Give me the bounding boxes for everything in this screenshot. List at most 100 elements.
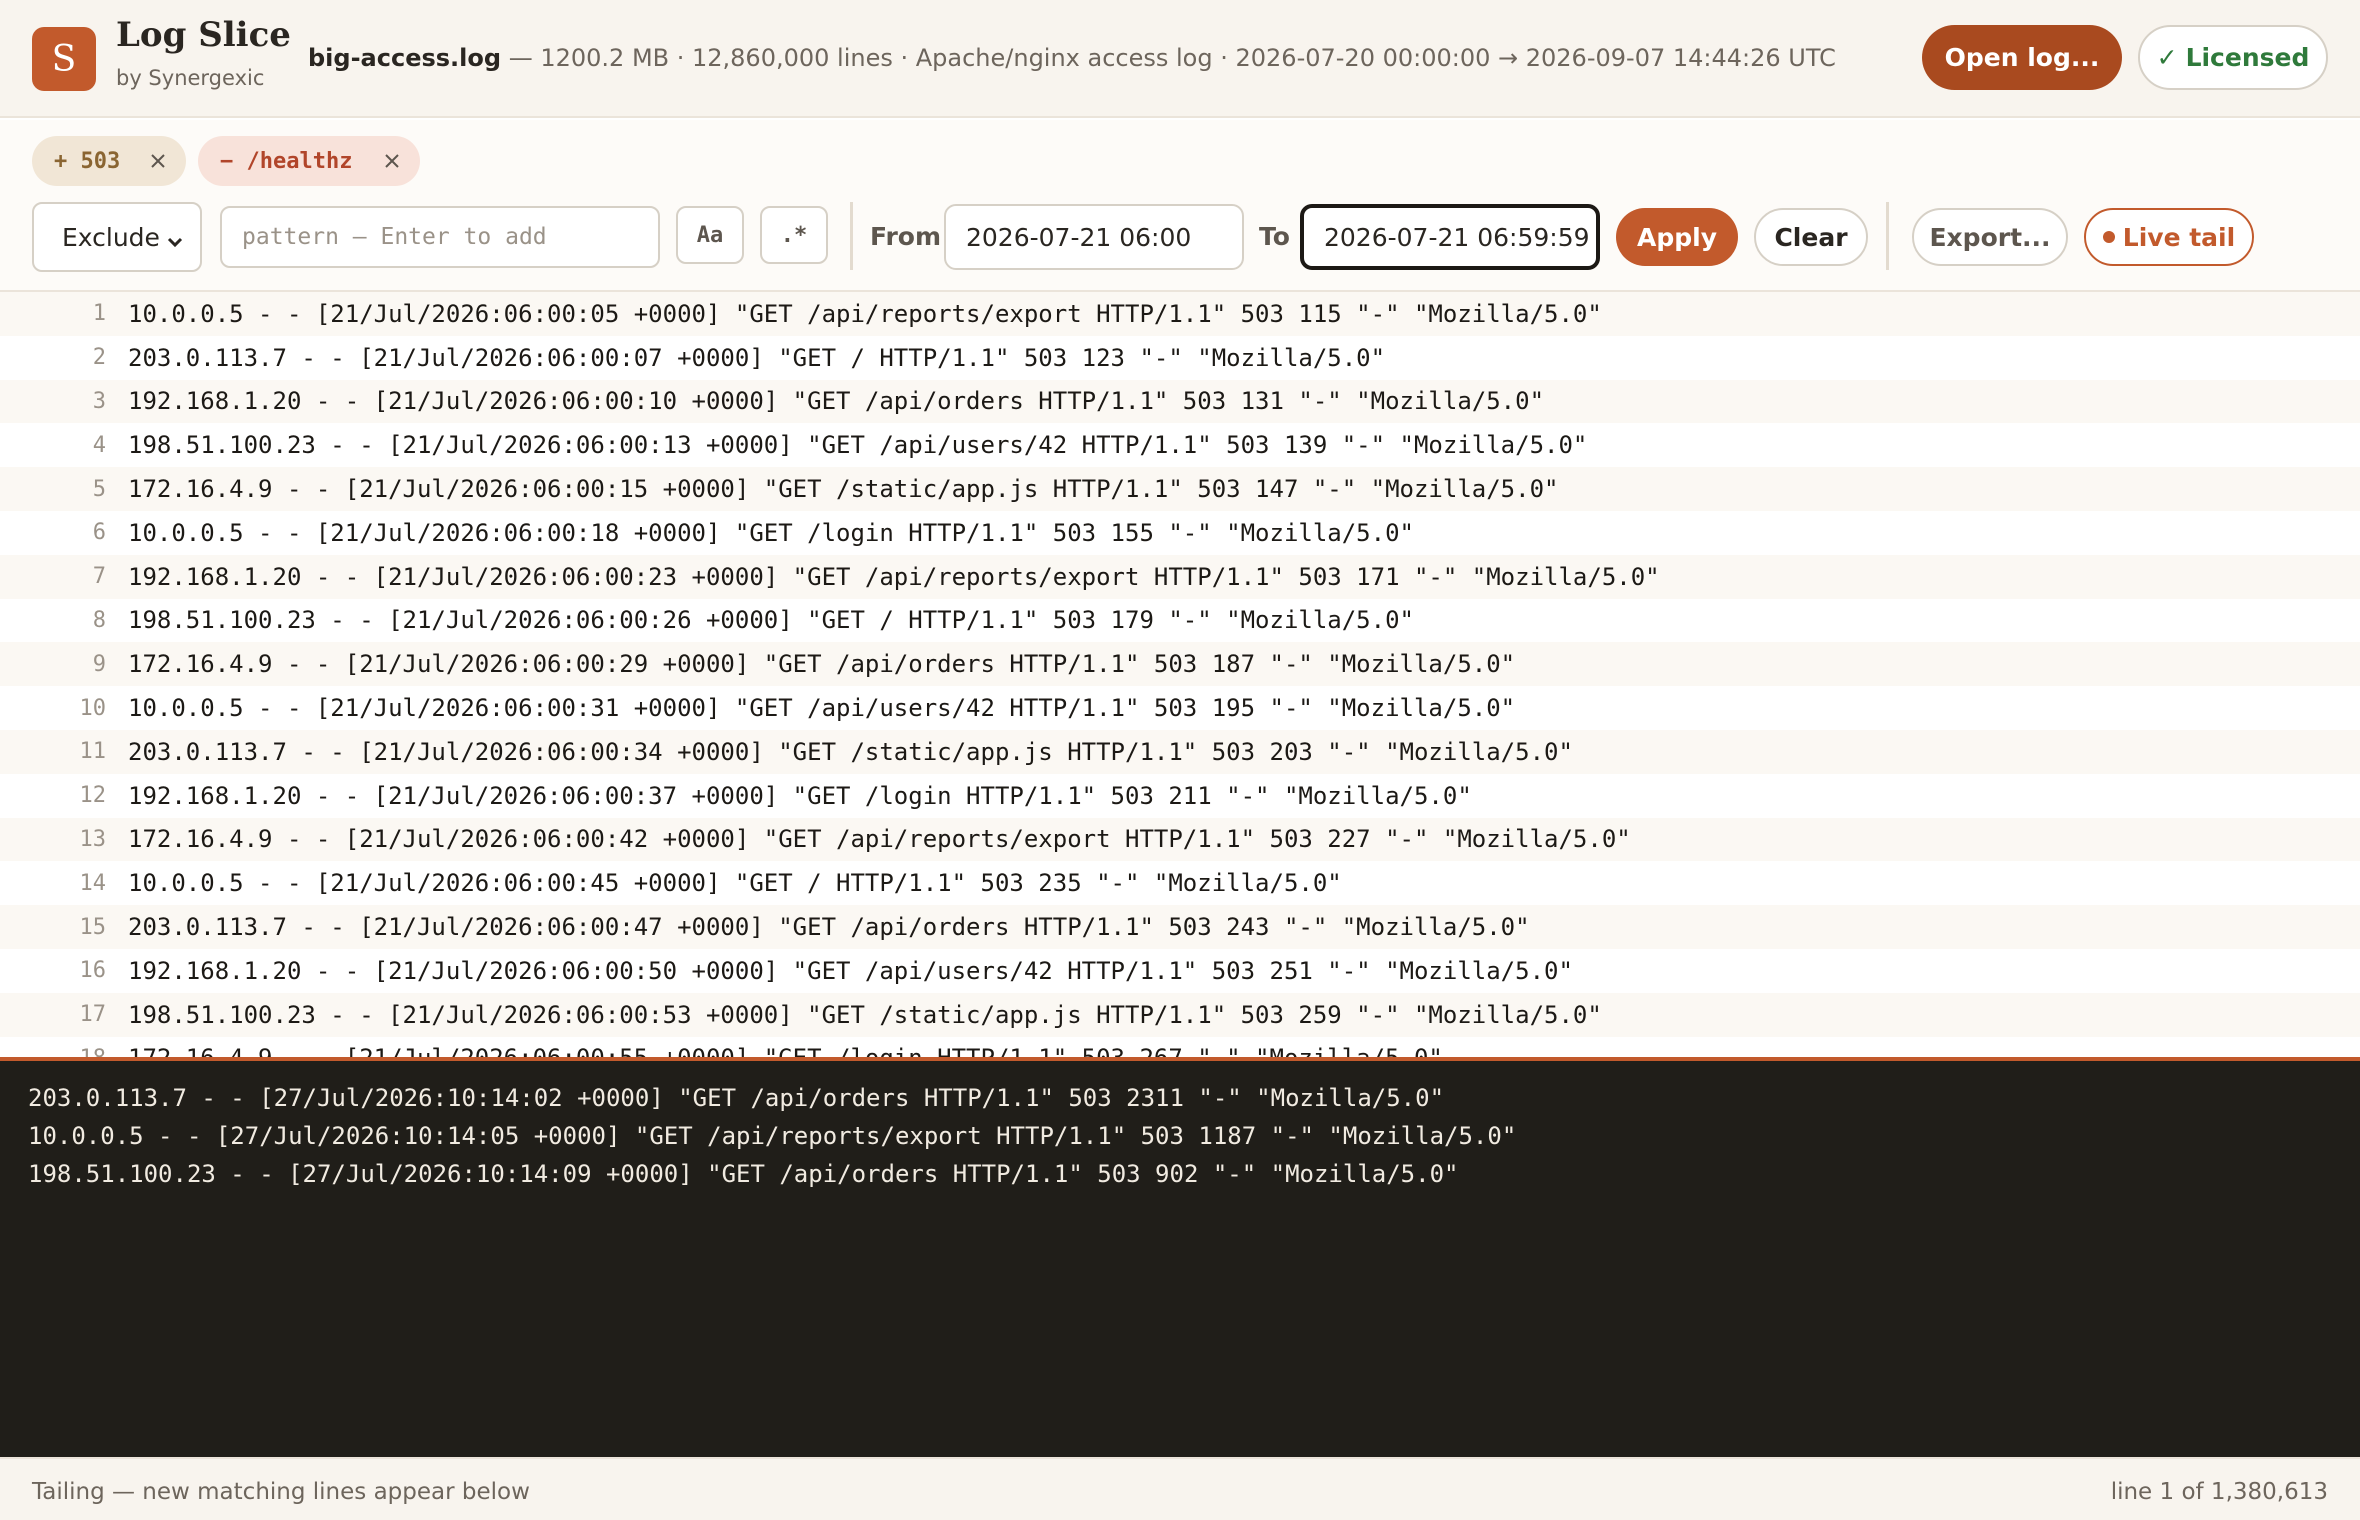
log-row[interactable]: 1 10.0.0.5 - - [21/Jul/2026:06:00:05 +000… [0,292,2360,336]
line-number: 3 [92,388,106,414]
log-row[interactable]: 2 203.0.113.7 - - [21/Jul/2026:06:00:07 +… [0,335,2360,380]
filter-toolbar: Exclude Aa .* From To Apply Clear Export… [0,198,2360,292]
line-number: 2 [92,345,106,371]
live-tail-label: Live tail [2122,222,2236,252]
log-row[interactable]: 13 172.16.4.9 - - [21/Jul/2026:06:00:42 +… [0,817,2360,862]
check-icon: ✓ [2156,43,2178,72]
to-date-input[interactable] [1300,204,1600,270]
close-icon[interactable] [380,149,404,173]
log-row[interactable]: 11 203.0.113.7 - - [21/Jul/2026:06:00:34 … [0,729,2360,774]
log-line-text: 10.0.0.5 - - [21/Jul/2026:06:00:31 +0000… [128,694,1516,723]
log-row[interactable]: 15 203.0.113.7 - - [21/Jul/2026:06:00:47 … [0,905,2360,949]
log-line-text: 10.0.0.5 - - [21/Jul/2026:06:00:18 +0000… [128,518,1414,547]
log-row[interactable]: 16 192.168.1.20 - - [21/Jul/2026:06:00:50… [0,948,2360,993]
log-line-text: 192.168.1.20 - - [21/Jul/2026:06:00:10 +… [128,387,1545,416]
log-list[interactable]: 1 10.0.0.5 - - [21/Jul/2026:06:00:05 +000… [0,292,2360,1057]
live-tail-button[interactable]: Live tail [2084,208,2254,266]
log-row[interactable]: 6 10.0.0.5 - - [21/Jul/2026:06:00:18 +000… [0,510,2360,555]
license-badge[interactable]: ✓ Licensed [2138,25,2328,90]
line-number: 4 [92,432,106,458]
file-name: big-access.log [308,44,502,72]
line-number: 1 [92,301,106,327]
line-number: 9 [92,651,106,677]
log-line-text: 192.168.1.20 - - [21/Jul/2026:06:00:23 +… [128,562,1660,591]
filter-mode-value: Exclude [62,222,160,252]
chip-mode: + [54,148,68,174]
chevron-down-icon [166,228,184,248]
log-row[interactable]: 4 198.51.100.23 - - [21/Jul/2026:06:00:13… [0,423,2360,468]
log-row[interactable]: 17 198.51.100.23 - - [21/Jul/2026:06:00:5… [0,992,2360,1037]
line-number: 18 [0,1046,128,1057]
toolbar-divider [850,202,853,270]
app-header: S Log Slice by Synergexic big-access.log… [0,0,2360,118]
log-line-text: 203.0.113.7 - - [21/Jul/2026:06:00:34 +0… [128,737,1573,766]
log-row[interactable]: 9 172.16.4.9 - - [21/Jul/2026:06:00:29 +0… [0,642,2360,687]
log-row[interactable]: 7 192.168.1.20 - - [21/Jul/2026:06:00:23 … [0,554,2360,599]
filter-chips: + 503 − /healthz [0,120,2360,198]
from-date-input[interactable] [944,204,1244,270]
file-details: — 1200.2 MB · 12,860,000 lines · Apache/… [508,44,1836,72]
log-row[interactable]: 5 172.16.4.9 - - [21/Jul/2026:06:00:15 +0… [0,467,2360,511]
app-logo: S [32,27,96,91]
log-row[interactable]: 3 192.168.1.20 - - [21/Jul/2026:06:00:10 … [0,379,2360,424]
status-message: Tailing — new matching lines appear belo… [32,1479,530,1505]
tail-line: 198.51.100.23 - - [27/Jul/2026:10:14:09 … [28,1160,1459,1188]
live-dot-icon [2102,231,2115,243]
chip-pattern: 503 [80,148,121,174]
line-number: 15 [79,914,107,940]
from-label: From [870,222,942,251]
app-vendor: by Synergexic [116,66,265,90]
regex-toggle[interactable]: .* [760,206,828,264]
log-line-text: 172.16.4.9 - - [21/Jul/2026:06:00:15 +00… [128,475,1559,504]
log-line-text: 192.168.1.20 - - [21/Jul/2026:06:00:50 +… [128,956,1573,985]
line-number: 6 [92,520,106,546]
filter-mode-select[interactable]: Exclude [32,202,202,272]
open-log-button[interactable]: Open log... [1922,25,2122,90]
line-number: 8 [92,607,106,633]
log-line-text: 172.16.4.9 - - [21/Jul/2026:06:00:42 +00… [128,825,1631,854]
case-sensitive-toggle[interactable]: Aa [676,206,744,264]
line-number: 12 [79,783,107,809]
log-row[interactable]: 14 10.0.0.5 - - [21/Jul/2026:06:00:45 +00… [0,861,2360,906]
line-number: 13 [79,826,107,852]
chip-mode: − [220,148,234,174]
pattern-input[interactable] [220,206,660,268]
log-line-text: 10.0.0.5 - - [21/Jul/2026:06:00:45 +0000… [128,869,1342,898]
toolbar-divider [1886,202,1889,270]
line-number: 5 [92,476,106,502]
log-line-text: 10.0.0.5 - - [21/Jul/2026:06:00:05 +0000… [128,299,1602,328]
status-bar: Tailing — new matching lines appear belo… [0,1457,2360,1520]
tail-line: 203.0.113.7 - - [27/Jul/2026:10:14:02 +0… [28,1084,1445,1112]
live-tail-pane[interactable]: 203.0.113.7 - - [27/Jul/2026:10:14:02 +0… [0,1057,2360,1457]
log-line-text: 192.168.1.20 - - [21/Jul/2026:06:00:37 +… [128,781,1472,810]
line-number: 16 [79,958,107,984]
filter-chip-exclude[interactable]: − /healthz [198,136,420,186]
log-line-text: 172.16.4.9 - - [21/Jul/2026:06:00:29 +00… [128,650,1516,679]
log-row[interactable]: 10 10.0.0.5 - - [21/Jul/2026:06:00:31 +00… [0,686,2360,730]
chip-pattern: /healthz [246,148,353,174]
log-line-text: 198.51.100.23 - - [21/Jul/2026:06:00:53 … [128,1000,1602,1029]
log-line-text: 198.51.100.23 - - [21/Jul/2026:06:00:26 … [128,606,1414,635]
filter-chip-include[interactable]: + 503 [32,136,186,186]
license-label: Licensed [2185,43,2310,72]
line-number: 17 [79,1002,107,1028]
log-row[interactable]: 18172.16.4.9 - - [21/Jul/2026:06:00:55 +… [0,1036,2360,1057]
apply-button[interactable]: Apply [1616,208,1738,266]
log-line-text: 203.0.113.7 - - [21/Jul/2026:06:00:07 +0… [128,343,1386,372]
to-label: To [1259,222,1290,251]
close-icon[interactable] [146,149,170,173]
export-button[interactable]: Export... [1912,208,2068,266]
line-position: line 1 of 1,380,613 [2110,1479,2328,1505]
line-number: 14 [79,870,107,896]
log-line-text: 203.0.113.7 - - [21/Jul/2026:06:00:47 +0… [128,913,1530,942]
line-number: 7 [92,564,106,590]
app-title: Log Slice [116,15,291,55]
log-line-text: 172.16.4.9 - - [21/Jul/2026:06:00:55 +00… [128,1044,1443,1057]
line-number: 10 [79,695,107,721]
log-row[interactable]: 8 198.51.100.23 - - [21/Jul/2026:06:00:26… [0,598,2360,643]
log-row[interactable]: 12 192.168.1.20 - - [21/Jul/2026:06:00:37… [0,773,2360,818]
line-number: 11 [79,739,107,765]
log-line-text: 198.51.100.23 - - [21/Jul/2026:06:00:13 … [128,431,1588,460]
file-info: big-access.log — 1200.2 MB · 12,860,000 … [308,44,1836,72]
clear-button[interactable]: Clear [1754,208,1868,266]
